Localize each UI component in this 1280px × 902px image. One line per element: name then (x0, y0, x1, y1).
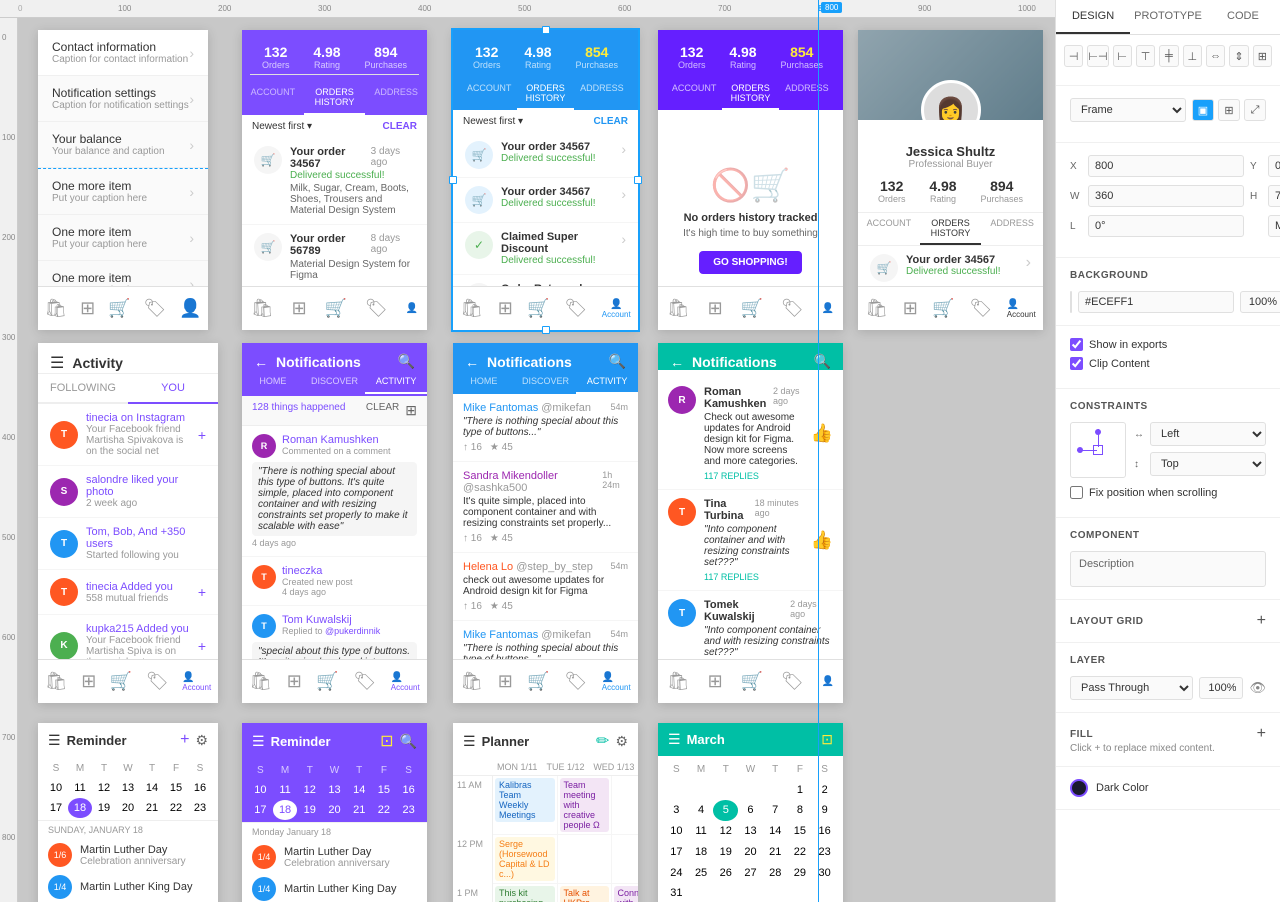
export-section: Show in exports Clip Content (1056, 326, 1280, 389)
activity-item[interactable]: T tinecia on Instagram Your Facebook fri… (38, 404, 218, 466)
rotation-input[interactable] (1088, 215, 1244, 237)
fill-section: FILL + Click + to replace mixed content. (1056, 713, 1280, 767)
layer-section: LAYER Pass Through Normal Multiply Scree… (1056, 643, 1280, 713)
orders-blue-phone: 132Orders 4.98Rating 854Purchases ACCOUN… (453, 30, 638, 330)
tab-address[interactable]: ADDRESS (365, 81, 427, 115)
nav-account-icon[interactable]: 👤 (179, 298, 201, 319)
y-input[interactable] (1268, 155, 1280, 177)
position-section: X Y W H L (1056, 143, 1280, 258)
align-bottom-btn[interactable]: ⊥ (1183, 45, 1202, 67)
activity-item[interactable]: T tinecia Added you 558 mutual friends + (38, 570, 218, 615)
nav-grid-icon-2[interactable]: ⊞ (292, 298, 307, 319)
activity-phone: ☰ Activity FOLLOWING YOU T tinecia on In… (38, 343, 218, 703)
go-shopping-btn[interactable]: GO SHOPPING! (699, 251, 801, 274)
frame-view-btn[interactable]: ▣ (1192, 99, 1214, 121)
constraint-v-select[interactable]: Top Bottom Center Scale (1150, 452, 1266, 476)
align-left-btn[interactable]: ⊣ (1064, 45, 1083, 67)
notif-teal-phone: ← Notifications 🔍 R Roman Kamushken 2 da… (658, 343, 843, 703)
tab-account[interactable]: ACCOUNT (242, 81, 304, 115)
add-fill-btn[interactable]: + (1257, 725, 1266, 743)
bg-opacity-input[interactable] (1240, 291, 1280, 313)
settings-item-notif[interactable]: Notification settings Caption for notifi… (38, 76, 208, 122)
clear-btn-2[interactable]: CLEAR (594, 116, 628, 127)
clear-btn[interactable]: CLEAR (383, 121, 417, 132)
calendar-purple-phone: ☰ Reminder ⊡ 🔍 SMTWTFS 10111213141516 17… (242, 723, 427, 902)
nav-tag-icon-2[interactable]: 🏷 (365, 298, 388, 319)
nav-cart-icon-2[interactable]: 🛒 (325, 298, 347, 319)
component-description[interactable]: Description (1070, 551, 1266, 587)
dark-color-section: Dark Color (1056, 767, 1280, 810)
fill-hint: Click + to replace mixed content. (1070, 743, 1266, 754)
align-center-h-btn[interactable]: ⊢⊣ (1087, 45, 1108, 67)
tab-prototype[interactable]: PROTOTYPE (1130, 0, 1206, 34)
notif-blue-phone: ← Notifications 🔍 HOME DISCOVER ACTIVITY… (453, 343, 638, 703)
nav-grid-icon[interactable]: ⊞ (80, 298, 95, 319)
canvas-content: Contact information Caption for contact … (18, 18, 1055, 902)
settings-item-balance[interactable]: Your balance Your balance and caption › (38, 122, 208, 168)
show-exports-label: Show in exports (1089, 339, 1167, 351)
canvas: 0 100 200 300 400 500 600 700 800 900 10… (0, 0, 1055, 902)
notif-purple-phone: ← Notifications 🔍 HOME DISCOVER ACTIVITY… (242, 343, 427, 703)
h-input[interactable] (1268, 185, 1280, 207)
fix-scroll-label: Fix position when scrolling (1089, 487, 1217, 499)
nav-store-icon-2[interactable]: 🛍 (251, 298, 274, 319)
grid-view-btn[interactable]: ⊞ (1218, 99, 1240, 121)
constraints-section: CONSTRAINTS ↔ Left Right Center Scale (1056, 389, 1280, 518)
tab-orders[interactable]: ORDERS HISTORY (304, 81, 366, 115)
frame-section: Frame Group Component ▣ ⊞ ⤢ (1056, 86, 1280, 143)
layout-grid-section: LAYOUT GRID + (1056, 600, 1280, 643)
activity-item[interactable]: T Tom, Bob, And +350 users Started follo… (38, 518, 218, 570)
nav-tag-icon[interactable]: 🏷 (143, 298, 166, 319)
ruler-left: 0 100 200 300 400 500 600 700 800 (0, 18, 18, 902)
orders-purple-phone: 132Orders 4.98Rating 894Purchases ACCOUN… (242, 30, 427, 330)
dark-color-dot[interactable] (1070, 779, 1088, 797)
planner-phone: ☰ Planner ✏ ⚙ MON 1/11 TUE 1/12 WED 1/13… (453, 723, 638, 902)
profile-phone: 👩 Jessica Shultz Professional Buyer 132O… (858, 30, 1043, 330)
frame-type-select[interactable]: Frame Group Component (1070, 98, 1186, 122)
x-input[interactable] (1088, 155, 1244, 177)
tidy-btn[interactable]: ⊞ (1253, 45, 1272, 67)
tab-design[interactable]: DESIGN (1056, 0, 1130, 34)
tab-code[interactable]: CODE (1206, 0, 1280, 34)
layer-opacity-input[interactable] (1199, 677, 1243, 699)
clip-content-checkbox[interactable] (1070, 357, 1083, 370)
nav-store-icon[interactable]: 🛍 (44, 298, 67, 319)
settings-item-1[interactable]: One more item Put your caption here › (38, 168, 208, 215)
fix-scroll-checkbox[interactable] (1070, 486, 1083, 499)
settings-item-2[interactable]: One more item Put your caption here › (38, 215, 208, 261)
bg-color-swatch[interactable] (1070, 291, 1072, 313)
design-panel: DESIGN PROTOTYPE CODE ⊣ ⊢⊣ ⊢ ⊤ ╪ ⊥ ⇔ ⇕ ⊞… (1055, 0, 1280, 902)
activity-item[interactable]: S salondre liked your photo 2 week ago (38, 466, 218, 518)
align-right-btn[interactable]: ⊢ (1113, 45, 1132, 67)
mixed-input[interactable] (1268, 215, 1280, 237)
clear-btn-3[interactable]: CLEAR (366, 402, 399, 419)
w-input[interactable] (1088, 185, 1244, 207)
dark-color-label: Dark Color (1096, 782, 1149, 794)
settings-phone: Contact information Caption for contact … (38, 30, 208, 330)
ruler-top: 0 100 200 300 400 500 600 700 800 900 10… (0, 0, 1055, 18)
constraints-visual (1070, 422, 1126, 478)
show-exports-checkbox[interactable] (1070, 338, 1083, 351)
align-top-btn[interactable]: ⊤ (1136, 45, 1155, 67)
layer-eye-icon[interactable]: 👁 (1249, 680, 1266, 696)
clip-content-label: Clip Content (1089, 358, 1150, 370)
add-layout-grid-btn[interactable]: + (1257, 612, 1266, 630)
bg-hex-input[interactable] (1078, 291, 1234, 313)
blend-mode-select[interactable]: Pass Through Normal Multiply Screen Over… (1070, 676, 1193, 700)
settings-item-contact[interactable]: Contact information Caption for contact … (38, 30, 208, 76)
constraint-h-select[interactable]: Left Right Center Scale (1150, 422, 1266, 446)
background-section: BACKGROUND 👁 (1056, 258, 1280, 326)
nav-cart-icon[interactable]: 🛒 (108, 298, 130, 319)
align-middle-btn[interactable]: ╪ (1159, 45, 1178, 67)
panel-tabs: DESIGN PROTOTYPE CODE (1056, 0, 1280, 35)
empty-orders-phone: 132Orders 4.98Rating 854Purchases ACCOUN… (658, 30, 843, 330)
distribute-v-btn[interactable]: ⇕ (1229, 45, 1248, 67)
nav-account-icon-2[interactable]: 👤 (406, 303, 418, 314)
distribute-h-btn[interactable]: ⇔ (1206, 45, 1225, 67)
alignment-row: ⊣ ⊢⊣ ⊢ ⊤ ╪ ⊥ ⇔ ⇕ ⊞ (1064, 45, 1272, 67)
expand-btn[interactable]: ⤢ (1244, 99, 1266, 121)
calendar-small-phone: ☰ Reminder + ⚙ SMTWTFS 10111213141516 17… (38, 723, 218, 902)
calendar-march-phone: ☰ March ⊡ SMTWTFS 12 3 45678910 11121314… (658, 723, 843, 902)
component-section: COMPONENT Description (1056, 518, 1280, 600)
